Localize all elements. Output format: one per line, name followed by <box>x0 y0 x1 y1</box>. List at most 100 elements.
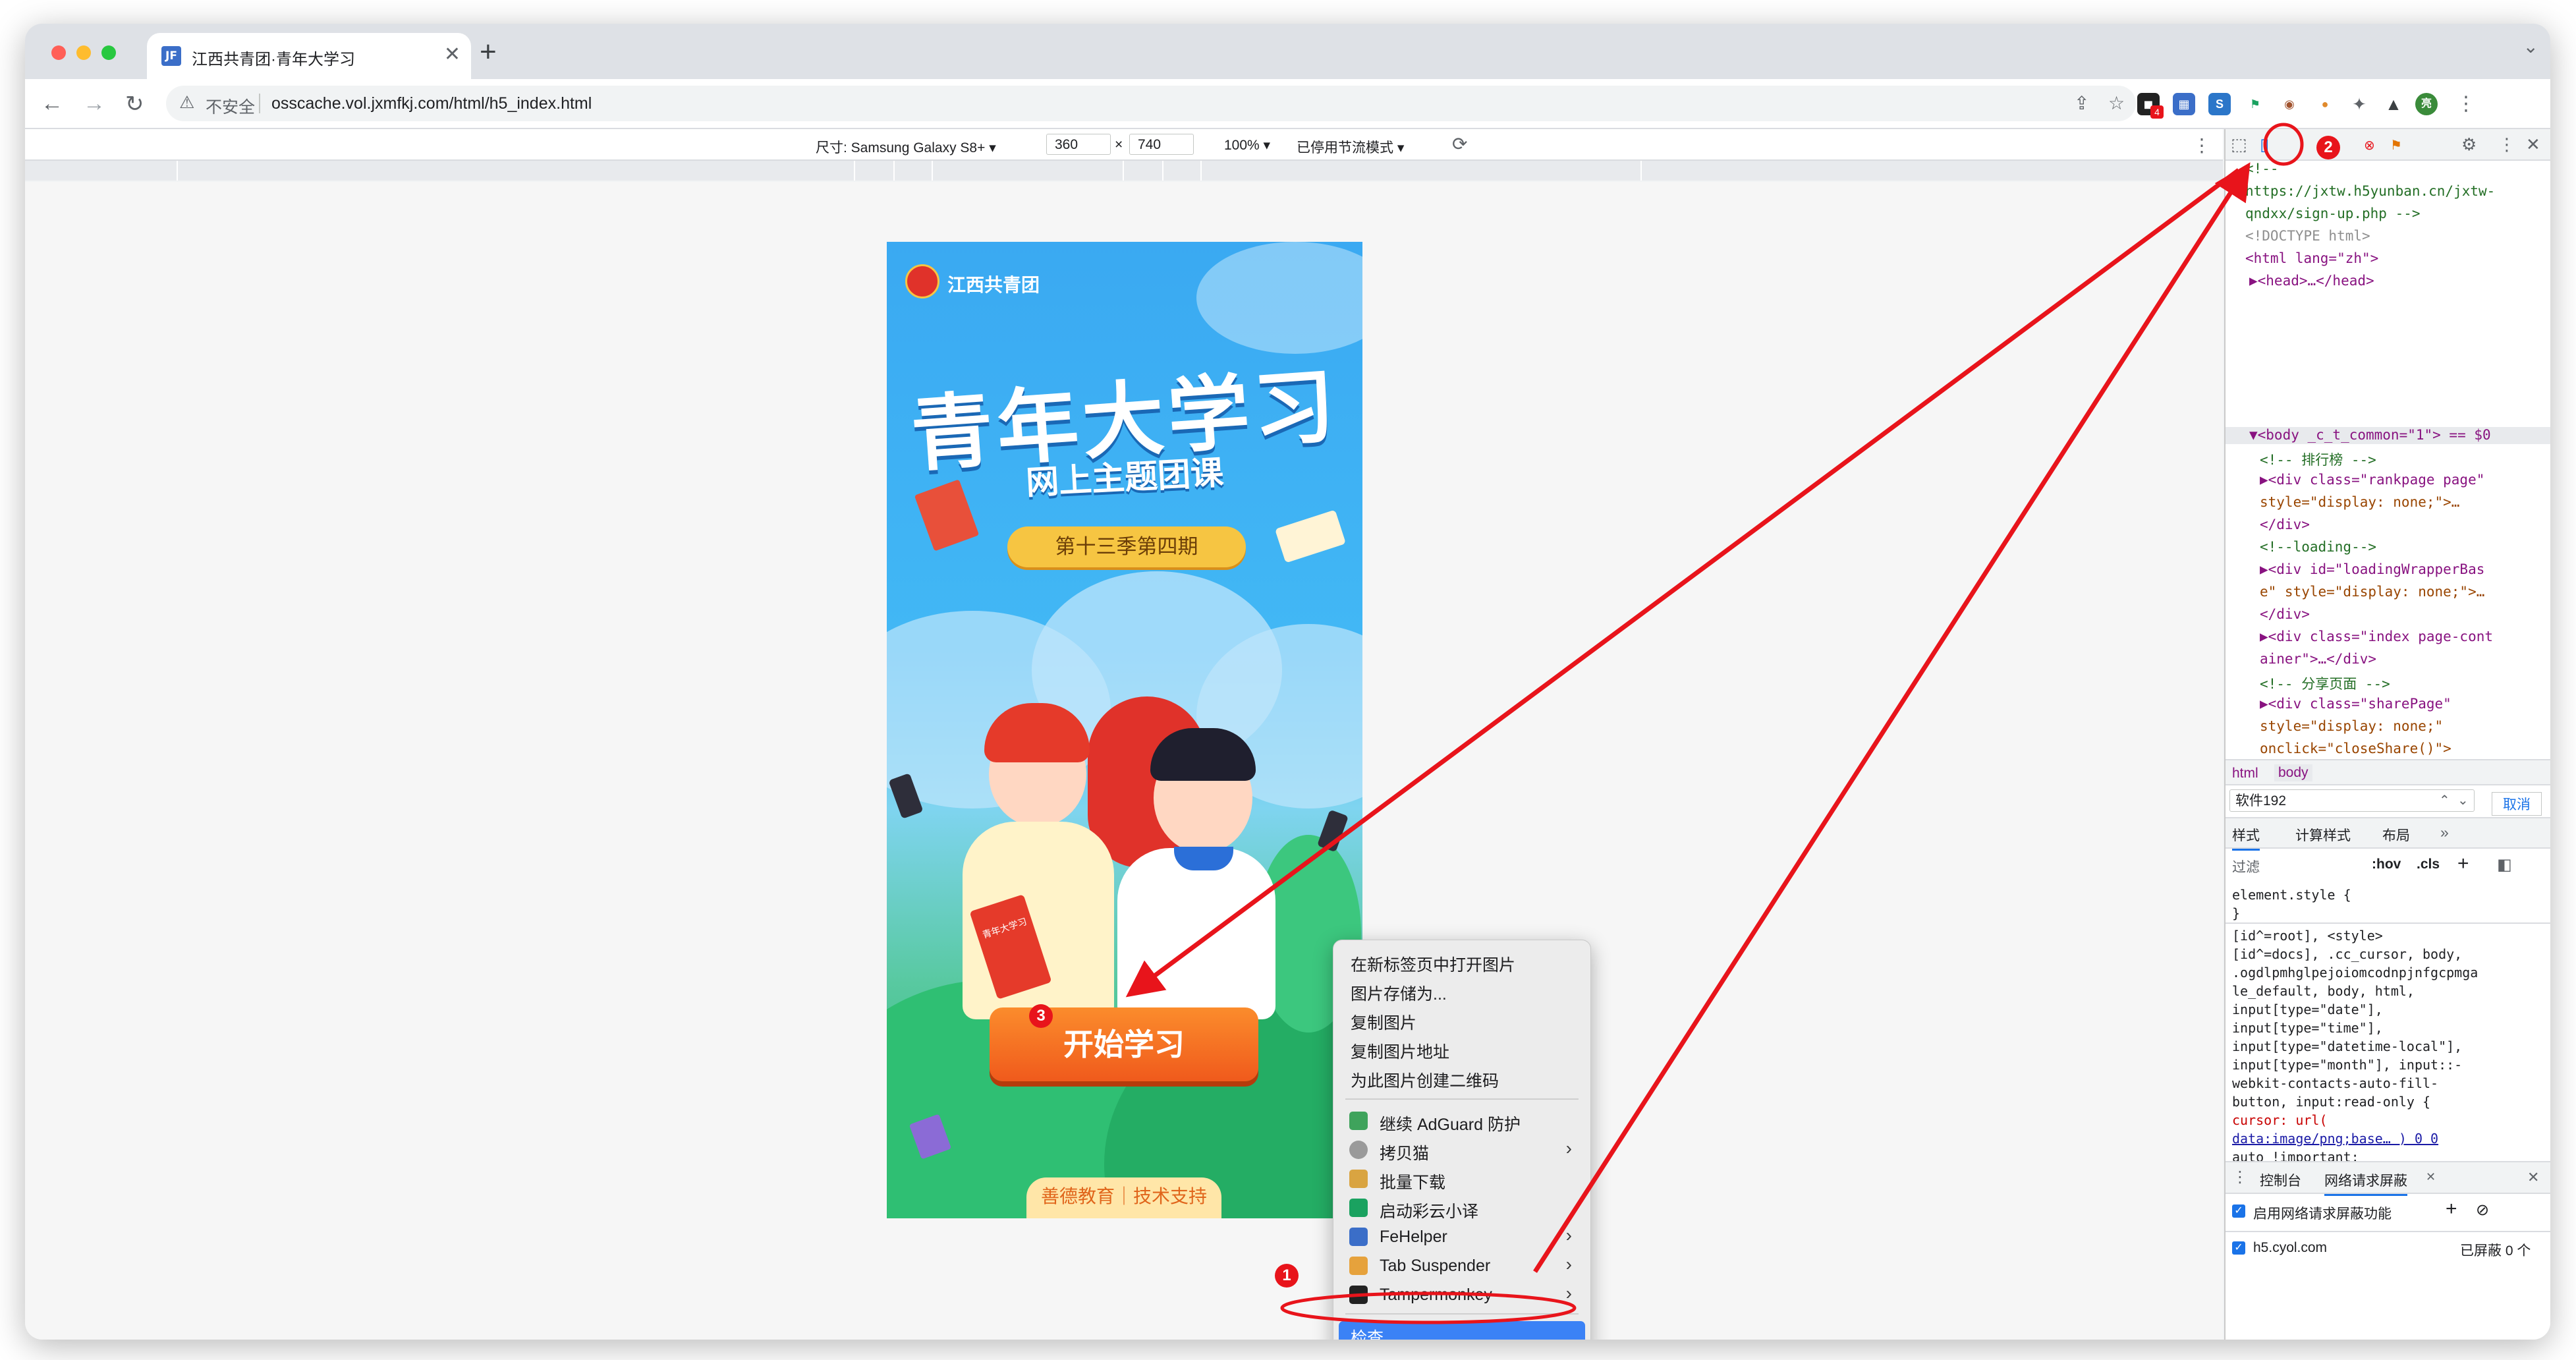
tab-console[interactable]: 控制台 <box>2260 1170 2301 1190</box>
menu-item-copycat[interactable]: 拷贝猫 <box>1380 1141 1429 1164</box>
device-width-input[interactable]: 360 <box>1046 134 1111 155</box>
device-toolbar-menu-icon[interactable]: ⋮ <box>2193 134 2211 156</box>
address-bar[interactable]: ⚠ 不安全 osscache.vol.jxmfkj.com/html/h5_in… <box>166 86 2136 121</box>
tab-layout[interactable]: 布局 <box>2382 825 2410 845</box>
back-button[interactable]: ← <box>41 91 63 117</box>
device-toggle-icon[interactable]: ▯ <box>2260 134 2269 155</box>
code-line[interactable]: <!-- 分享页面 --> <box>2260 673 2390 693</box>
warnings-badge-icon[interactable]: ⚑ <box>2390 137 2402 154</box>
css-line[interactable]: element.style { <box>2232 887 2351 903</box>
browser-menu-icon[interactable]: ⋮ <box>2456 92 2476 115</box>
css-line[interactable]: .ogdlpmhglpejoiomcodnpjnfgcpmga <box>2232 965 2478 980</box>
code-line[interactable]: </div> <box>2260 606 2310 622</box>
css-line[interactable]: button, input:read-only { <box>2232 1094 2430 1110</box>
menu-item-adguard[interactable]: 继续 AdGuard 防护 <box>1380 1112 1521 1135</box>
code-line[interactable]: <!-- 排行榜 --> <box>2260 449 2376 469</box>
reload-button[interactable]: ↻ <box>125 91 144 117</box>
url-text[interactable]: osscache.vol.jxmfkj.com/html/h5_index.ht… <box>271 94 592 113</box>
menu-item-fehelper[interactable]: FeHelper <box>1380 1228 1447 1247</box>
more-tabs-icon[interactable]: » <box>2440 824 2449 841</box>
ruler-segment[interactable] <box>1123 161 1163 181</box>
blocked-pattern[interactable]: h5.cyol.com <box>2253 1240 2327 1256</box>
enable-blocking-label[interactable]: 启用网络请求屏蔽功能 <box>2253 1203 2392 1223</box>
code-line[interactable]: <!-- <box>2245 161 2279 177</box>
css-line[interactable]: } <box>2232 905 2240 921</box>
code-line[interactable]: ▶<div id="loadingWrapperBas <box>2260 561 2484 577</box>
new-tab-button[interactable]: + <box>480 36 497 69</box>
forward-button[interactable]: → <box>83 91 105 117</box>
find-prev-icon[interactable]: ⌃ <box>2439 792 2450 808</box>
css-line[interactable]: input[type="month"], input::- <box>2232 1057 2462 1073</box>
extensions-puzzle-icon[interactable]: ✦ <box>2348 93 2370 115</box>
not-secure-label[interactable]: 不安全 <box>206 94 255 118</box>
drawer-close-icon[interactable]: ✕ <box>2527 1169 2539 1186</box>
minimize-window-button[interactable] <box>76 45 91 60</box>
drawer-tab-close-icon[interactable]: ✕ <box>2426 1170 2436 1184</box>
cls-toggle[interactable]: .cls <box>2417 857 2440 872</box>
profile-avatar[interactable]: 亮 <box>2415 93 2438 115</box>
menu-item-create-qr-code[interactable]: 为此图片创建二维码 <box>1351 1068 1499 1092</box>
menu-item-tampermonkey[interactable]: Tampermonkey <box>1380 1286 1492 1305</box>
menu-item-open-image-new-tab[interactable]: 在新标签页中打开图片 <box>1351 952 1515 976</box>
tab-computed[interactable]: 计算样式 <box>2295 825 2351 845</box>
add-pattern-icon[interactable]: + <box>2446 1198 2457 1220</box>
caiyun-icon[interactable]: ⚑ <box>2244 93 2266 115</box>
drawer-menu-icon[interactable]: ⋮ <box>2232 1168 2248 1187</box>
find-cancel-button[interactable]: 取消 <box>2492 792 2542 816</box>
warning-icon[interactable]: ⚠ <box>179 92 194 113</box>
code-line[interactable]: e" style="display: none;">… <box>2260 584 2484 600</box>
close-window-button[interactable] <box>51 45 66 60</box>
tab-close-icon[interactable]: ✕ <box>444 43 461 66</box>
css-line[interactable]: input[type="date"], <box>2232 1002 2383 1017</box>
code-line[interactable]: ▶<div class="index page-cont <box>2260 629 2493 644</box>
errors-badge-icon[interactable]: ⊗ <box>2364 137 2375 154</box>
menu-item-caiyun[interactable]: 启动彩云小译 <box>1380 1199 1478 1222</box>
css-line[interactable]: le_default, body, html, <box>2232 983 2415 999</box>
code-line[interactable]: ▶<div class="sharePage" <box>2260 696 2451 712</box>
code-line[interactable]: <!--loading--> <box>2260 539 2376 555</box>
menu-item-inspect[interactable]: 检查 <box>1339 1321 1585 1340</box>
breadcrumb-html[interactable]: html <box>2232 766 2258 781</box>
code-line[interactable]: <!DOCTYPE html> <box>2245 228 2370 244</box>
code-line[interactable]: style="display: none;">… <box>2260 494 2459 510</box>
find-next-icon[interactable]: ⌄ <box>2457 792 2469 808</box>
menu-item-tab-suspender[interactable]: Tab Suspender <box>1380 1257 1490 1276</box>
extension-icon-5[interactable]: ◉ <box>2278 93 2301 115</box>
devtools-close-icon[interactable]: ✕ <box>2526 134 2540 155</box>
menu-item-copy-image[interactable]: 复制图片 <box>1351 1010 1416 1034</box>
ruler-segment[interactable] <box>1640 161 2223 181</box>
new-rule-icon[interactable]: + <box>2457 853 2469 875</box>
device-select[interactable]: 尺寸: Samsung Galaxy S8+ ▾ <box>816 137 996 157</box>
menu-item-batch-download[interactable]: 批量下载 <box>1380 1170 1445 1193</box>
css-line[interactable]: data:image/png;base… ) 0 0 <box>2232 1131 2438 1147</box>
code-line-selected[interactable]: ▼<body _c_t_common="1"> == $0 <box>2249 427 2491 443</box>
code-line[interactable]: <html lang="zh"> <box>2245 250 2378 266</box>
hov-toggle[interactable]: :hov <box>2372 857 2401 872</box>
css-line[interactable]: [id^=root], <style> <box>2232 928 2383 944</box>
css-line[interactable]: cursor: url( <box>2232 1112 2328 1128</box>
throttle-select[interactable]: 已停用节流模式 ▾ <box>1297 137 1404 157</box>
code-line[interactable]: https://jxtw.h5yunban.cn/jxtw- <box>2245 183 2495 199</box>
ruler-segment[interactable] <box>1162 161 1202 181</box>
settings-gear-icon[interactable]: ⚙ <box>2461 134 2477 155</box>
breadcrumb-body[interactable]: body <box>2274 764 2312 781</box>
device-height-input[interactable]: 740 <box>1129 134 1194 155</box>
css-line[interactable]: webkit-contacts-auto-fill- <box>2232 1075 2438 1091</box>
enable-blocking-checkbox[interactable]: ✓ <box>2232 1204 2245 1218</box>
clear-patterns-icon[interactable]: ⊘ <box>2476 1201 2489 1220</box>
code-line[interactable]: onclick="closeShare()"> <box>2260 741 2451 756</box>
code-line[interactable]: ▶<head>…</head> <box>2249 273 2374 289</box>
share-icon[interactable]: ⇪ <box>2074 92 2089 114</box>
code-line[interactable]: qndxx/sign-up.php --> <box>2245 206 2421 221</box>
find-input[interactable]: 软件192 <box>2229 789 2475 812</box>
extension-icon-2[interactable]: ▦ <box>2173 93 2195 115</box>
css-line[interactable]: input[type="datetime-local"], <box>2232 1038 2462 1054</box>
inspect-element-icon[interactable]: ⬚ <box>2231 134 2247 155</box>
ruler-segment[interactable] <box>893 161 933 181</box>
rotate-icon[interactable]: ⟳ <box>1452 133 1467 155</box>
tab-active[interactable]: JF 江西共青团·青年大学习 ✕ <box>147 33 471 79</box>
code-line[interactable]: ainer">…</div> <box>2260 651 2376 667</box>
ruler-segment[interactable] <box>1200 161 1642 181</box>
code-line[interactable]: </div> <box>2260 517 2310 532</box>
cookie-icon[interactable]: ● <box>2314 93 2336 115</box>
